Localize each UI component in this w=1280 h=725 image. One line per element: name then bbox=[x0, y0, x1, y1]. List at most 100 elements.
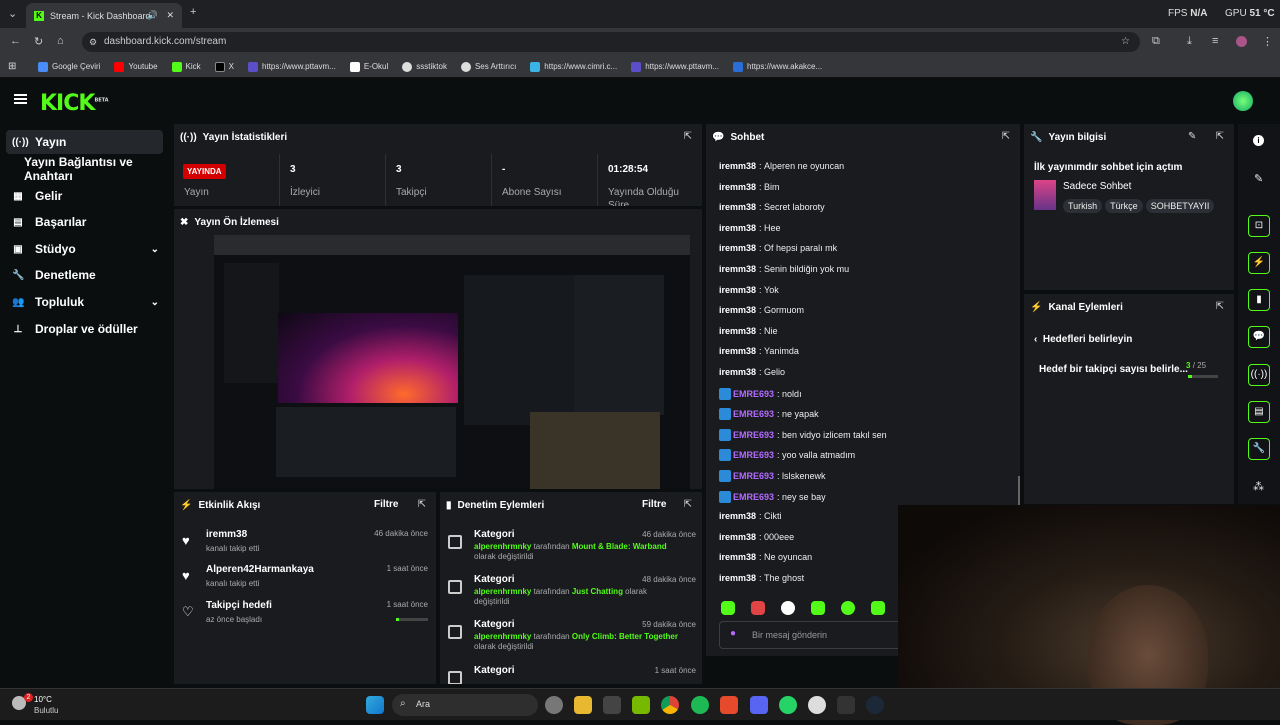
store-icon[interactable] bbox=[603, 696, 621, 714]
sidebar-item-denetleme[interactable]: 🔧 Denetleme bbox=[6, 263, 163, 287]
start-icon[interactable] bbox=[366, 696, 384, 714]
chat-username[interactable]: iremm38 bbox=[719, 552, 756, 562]
emote-icon[interactable] bbox=[871, 601, 885, 615]
chat-username[interactable]: iremm38 bbox=[719, 326, 756, 336]
filter-button[interactable]: Filtre bbox=[374, 499, 398, 510]
tab-list-icon[interactable]: ⌄ bbox=[8, 7, 17, 20]
sidebar-item-studyo[interactable]: ▣ Stüdyo ⌄ bbox=[6, 237, 163, 261]
popout-icon[interactable]: ⇱ bbox=[1216, 131, 1224, 142]
bookmark-star-icon[interactable]: ☆ bbox=[1121, 32, 1130, 52]
document-icon[interactable]: ▮ bbox=[1248, 289, 1270, 311]
bookmark-item[interactable]: Google Çeviri bbox=[38, 61, 100, 72]
chat-username[interactable]: iremm38 bbox=[719, 346, 756, 356]
sidebar-item-topluluk[interactable]: 👥 Topluluk ⌄ bbox=[6, 290, 163, 314]
chat-input[interactable]: ● Bir mesaj gönderin bbox=[719, 621, 907, 649]
layout-icon[interactable]: ▤ bbox=[1248, 401, 1270, 423]
file-explorer-icon[interactable] bbox=[574, 696, 592, 714]
emote-icon[interactable] bbox=[751, 601, 765, 615]
chat-username[interactable]: iremm38 bbox=[719, 264, 756, 274]
reload-icon[interactable]: ↻ bbox=[34, 35, 43, 48]
chevron-down-icon[interactable]: ⌄ bbox=[151, 244, 159, 255]
goal-label[interactable]: Hedef bir takipçi sayısı belirle... bbox=[1039, 364, 1188, 375]
info-icon[interactable]: i bbox=[1253, 135, 1264, 146]
back-icon[interactable]: ← bbox=[10, 35, 21, 47]
bookmark-item[interactable]: ssstiktok bbox=[402, 61, 447, 72]
profile-avatar[interactable] bbox=[1236, 36, 1247, 47]
download-icon[interactable]: ⤓ bbox=[1187, 35, 1192, 48]
home-icon[interactable]: ⌂ bbox=[57, 35, 64, 47]
popout-icon[interactable]: ⇱ bbox=[684, 131, 692, 142]
chat-username[interactable]: iremm38 bbox=[719, 243, 756, 253]
chat-username[interactable]: iremm38 bbox=[719, 182, 756, 192]
emote-icon[interactable] bbox=[811, 601, 825, 615]
search-box[interactable]: ⌕ Ara bbox=[392, 694, 538, 716]
chat-username[interactable]: EMRE693 bbox=[733, 430, 774, 440]
epic-games-icon[interactable] bbox=[837, 696, 855, 714]
browser-menu-icon[interactable]: ⋮ bbox=[1262, 35, 1273, 48]
media-icon[interactable]: ≡ bbox=[1212, 35, 1218, 47]
sidebar-item-basarilar[interactable]: ▤ Başarılar bbox=[6, 210, 163, 234]
edit-icon[interactable]: ✎ bbox=[1188, 131, 1196, 142]
mic-icon[interactable]: ● bbox=[730, 628, 736, 639]
chat-username[interactable]: iremm38 bbox=[719, 305, 756, 315]
steam-icon[interactable] bbox=[866, 696, 884, 714]
popout-icon[interactable]: ⇱ bbox=[1002, 131, 1010, 142]
sidebar-item-gelir[interactable]: ▦ Gelir bbox=[6, 184, 163, 208]
close-tab-icon[interactable]: ✕ bbox=[166, 10, 174, 21]
lightning-icon[interactable]: ⚡ bbox=[1248, 252, 1270, 274]
kick-logo[interactable]: KICKBETA bbox=[40, 91, 109, 116]
chat-username[interactable]: iremm38 bbox=[719, 367, 756, 377]
audio-icon[interactable]: 🔊 bbox=[147, 10, 158, 21]
site-info-icon[interactable]: ⚙ bbox=[89, 32, 97, 52]
bookmark-item[interactable]: E-Okul bbox=[349, 61, 388, 72]
chat-username[interactable]: iremm38 bbox=[719, 285, 756, 295]
bookmark-item[interactable]: Kick bbox=[171, 61, 201, 72]
url-input[interactable]: ⚙ dashboard.kick.com/stream ☆ bbox=[82, 32, 1140, 52]
chat-username[interactable]: EMRE693 bbox=[733, 492, 774, 502]
sidebar-item-stream-key[interactable]: Yayın Bağlantısı ve Anahtarı bbox=[6, 155, 163, 183]
whatsapp-icon[interactable] bbox=[779, 696, 797, 714]
chat-username[interactable]: iremm38 bbox=[719, 511, 756, 521]
emote-icon[interactable] bbox=[721, 601, 735, 615]
popout-icon[interactable]: ⇱ bbox=[418, 499, 426, 510]
popout-icon[interactable]: ⇱ bbox=[1216, 301, 1224, 312]
sidebar-item-yayin[interactable]: ((·)) Yayın bbox=[6, 130, 163, 154]
new-tab-icon[interactable]: + bbox=[190, 6, 196, 18]
hamburger-menu-icon[interactable] bbox=[14, 94, 27, 104]
chat-username[interactable]: iremm38 bbox=[719, 202, 756, 212]
spotify-icon[interactable] bbox=[691, 696, 709, 714]
pencil-icon[interactable]: ✎ bbox=[1254, 172, 1263, 185]
user-avatar[interactable] bbox=[1233, 91, 1253, 111]
tag[interactable]: Türkçe bbox=[1105, 199, 1143, 213]
emote-icon[interactable] bbox=[781, 601, 795, 615]
game-launcher-icon[interactable] bbox=[720, 696, 738, 714]
drag-icon[interactable]: ⁂ bbox=[1253, 480, 1264, 493]
bookmark-item[interactable]: X bbox=[214, 61, 234, 72]
apps-grid-icon[interactable]: ⊞ bbox=[8, 61, 16, 72]
broadcast-icon[interactable]: ((·)) bbox=[1248, 364, 1270, 386]
chat-username[interactable]: iremm38 bbox=[719, 223, 756, 233]
extensions-icon[interactable]: ⧉ bbox=[1152, 35, 1160, 48]
bookmark-item[interactable]: https://www.akakce... bbox=[733, 61, 822, 72]
chevron-down-icon[interactable]: ⌄ bbox=[151, 297, 159, 308]
tag[interactable]: SOHBETYAYII bbox=[1145, 199, 1215, 213]
browser-tab[interactable]: K Stream - Kick Dashboard 🔊 ✕ bbox=[26, 3, 182, 28]
stream-preview-video[interactable] bbox=[214, 235, 690, 489]
chrome-icon[interactable] bbox=[661, 696, 679, 714]
chat-username[interactable]: iremm38 bbox=[719, 573, 756, 583]
nvidia-icon[interactable] bbox=[632, 696, 650, 714]
popout-icon[interactable]: ⇱ bbox=[684, 499, 692, 510]
chat-scrollbar[interactable] bbox=[1018, 476, 1020, 506]
settings-icon[interactable] bbox=[545, 696, 563, 714]
chat-username[interactable]: EMRE693 bbox=[733, 471, 774, 481]
emote-icon[interactable] bbox=[841, 601, 855, 615]
discord-icon[interactable] bbox=[750, 696, 768, 714]
back-button[interactable]: ‹ Hedefleri belirleyin bbox=[1034, 334, 1132, 345]
bookmark-item[interactable]: https://www.pttavm... bbox=[248, 61, 336, 72]
bookmark-item[interactable]: Ses Arttırıcı bbox=[460, 61, 516, 72]
weather-widget[interactable]: 2 10°C Bulutlu bbox=[10, 693, 100, 717]
chat-username[interactable]: iremm38 bbox=[719, 532, 756, 542]
filter-button[interactable]: Filtre bbox=[642, 499, 666, 510]
chat-icon[interactable]: 💬 bbox=[1248, 326, 1270, 348]
chat-username[interactable]: iremm38 bbox=[719, 161, 756, 171]
